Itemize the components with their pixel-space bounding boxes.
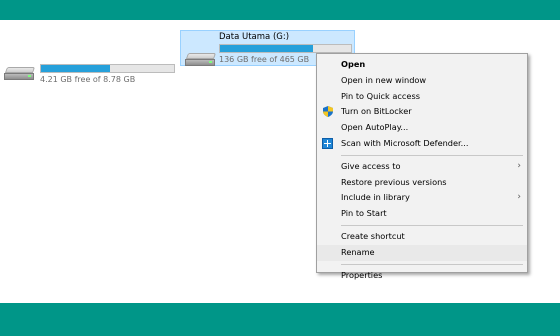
hard-drive-icon: [185, 53, 217, 67]
menu-separator: [341, 263, 523, 265]
menu-item-pin-start[interactable]: Pin to Start: [317, 206, 527, 222]
drive-usage-bar: [40, 64, 175, 73]
menu-item-bitlocker[interactable]: Turn on BitLocker: [317, 104, 527, 120]
menu-item-autoplay[interactable]: Open AutoPlay...: [317, 120, 527, 136]
drive-free-space-text: 136 GB free of 465 GB: [219, 55, 310, 64]
drive-usage-bar: [219, 44, 352, 53]
drive-free-space-text: 4.21 GB free of 8.78 GB: [40, 75, 136, 84]
shield-icon: [323, 106, 333, 118]
menu-item-rename[interactable]: Rename: [317, 244, 527, 261]
menu-separator: [341, 224, 523, 226]
defender-icon: [322, 137, 333, 149]
menu-item-open-new-window[interactable]: Open in new window: [317, 73, 527, 89]
drive-usage-fill: [41, 65, 111, 72]
chevron-right-icon: ›: [517, 160, 521, 171]
menu-item-properties[interactable]: Properties: [317, 268, 527, 284]
menu-item-defender-scan[interactable]: Scan with Microsoft Defender...: [317, 136, 527, 152]
drive-tile[interactable]: 4.21 GB free of 8.78 GB: [4, 40, 176, 84]
context-menu: Open Open in new window Pin to Quick acc…: [316, 53, 528, 280]
menu-item-include-library[interactable]: Include in library ›: [317, 190, 527, 206]
menu-item-open[interactable]: Open: [317, 57, 527, 73]
drive-name: Data Utama (G:): [219, 32, 290, 42]
chevron-right-icon: ›: [517, 192, 521, 203]
menu-item-give-access[interactable]: Give access to ›: [317, 159, 527, 175]
drive-usage-fill: [220, 45, 313, 52]
menu-item-create-shortcut[interactable]: Create shortcut: [317, 229, 527, 245]
menu-item-restore-versions[interactable]: Restore previous versions: [317, 175, 527, 191]
hard-drive-icon: [4, 67, 36, 81]
menu-separator: [341, 154, 523, 156]
menu-item-pin-quick-access[interactable]: Pin to Quick access: [317, 89, 527, 105]
